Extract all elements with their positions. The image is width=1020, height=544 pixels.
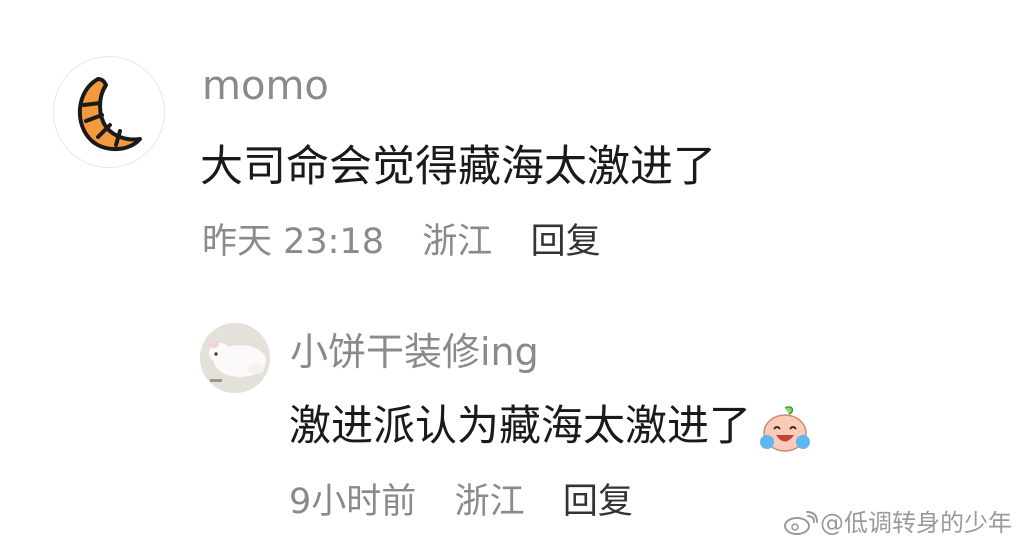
avatar[interactable] bbox=[53, 56, 165, 168]
username[interactable]: momo bbox=[202, 62, 329, 110]
comment-location: 浙江 bbox=[454, 482, 525, 522]
username[interactable]: 小饼干装修ing bbox=[290, 328, 539, 376]
crying-laughing-emoji-icon bbox=[760, 405, 811, 452]
watermark-text: @低调转身的少年 bbox=[820, 509, 1012, 537]
comment-location: 浙江 bbox=[422, 222, 493, 262]
comment-meta: 9小时前 浙江 回复 bbox=[289, 478, 633, 526]
weibo-icon bbox=[784, 511, 818, 535]
avatar[interactable] bbox=[200, 323, 270, 393]
rabbit-avatar-icon bbox=[200, 323, 270, 393]
comment-thread: momo 大司命会觉得藏海太激进了 昨天 23:18 浙江 回复 小饼干装修in… bbox=[0, 0, 1020, 544]
reply-button[interactable]: 回复 bbox=[531, 218, 601, 266]
comment-time: 9小时前 bbox=[289, 482, 417, 522]
reply-button[interactable]: 回复 bbox=[563, 478, 633, 526]
croissant-icon bbox=[78, 77, 142, 151]
comment-text: 激进派认为藏海太激进了 bbox=[289, 401, 752, 450]
watermark: @低调转身的少年 bbox=[782, 508, 1012, 538]
comment-text: 大司命会觉得藏海太激进了 bbox=[200, 142, 716, 192]
comment-time: 昨天 23:18 bbox=[202, 222, 384, 262]
comment-meta: 昨天 23:18 浙江 回复 bbox=[202, 218, 601, 266]
reply-text-row: 激进派认为藏海太激进了 bbox=[289, 399, 815, 456]
